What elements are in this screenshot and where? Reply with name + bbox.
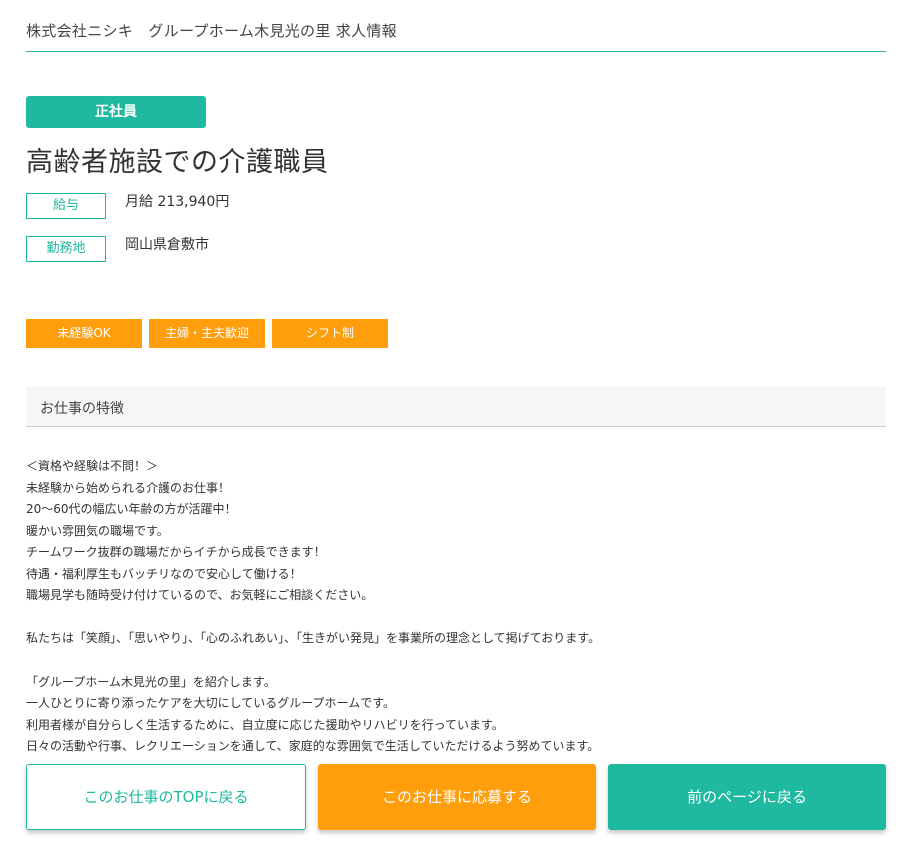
description-line: 日々の活動や行事、レクリエーションを通して、家庭的な雰囲気で生活していただけるよ… [26,739,600,753]
tag-shift-work: シフト制 [272,319,388,348]
description-line: チームワーク抜群の職場だからイチから成長できます！ [26,545,326,559]
header-title: 株式会社ニシキ グループホーム木見光の里 求人情報 [26,22,397,40]
description-line: 利用者様が自分らしく生活するために、自立度に応じた援助やリハビリを行っています。 [26,718,504,732]
location-value: 岡山県倉敷市 [125,237,209,253]
description-line: 「グループホーム木見光の里」を紹介します。 [26,675,276,689]
description-line: 職場見学も随時受け付けているので、お気軽にご相談ください。 [26,588,374,602]
description-line: 20～60代の幅広い年齢の方が活躍中！ [26,502,237,516]
description-line: 暖かい雰囲気の職場です。 [26,524,169,538]
description-line: 待遇・福利厚生もバッチリなので安心して働ける！ [26,567,302,581]
features-heading: お仕事の特徴 [40,401,124,417]
description-line: 一人ひとりに寄り添ったケアを大切にしているグループホームです。 [26,696,396,710]
job-title: 高齢者施設での介護職員 [26,147,329,178]
bottom-action-bar: このお仕事のTOPに戻る このお仕事に応募する 前のページに戻る [0,762,903,841]
previous-page-button[interactable]: 前のページに戻る [608,764,886,830]
description-line: ＜資格や経験は不問！＞ [26,459,159,473]
tag-inexperienced-ok: 未経験OK [26,319,142,348]
employment-type-badge: 正社員 [26,96,206,128]
back-to-job-top-button[interactable]: このお仕事のTOPに戻る [26,764,306,830]
apply-button[interactable]: このお仕事に応募する [318,764,596,830]
location-label: 勤務地 [26,236,106,262]
features-section-header: お仕事の特徴 [26,387,886,427]
description-line: 未経験から始められる介護のお仕事！ [26,481,231,495]
description-line: 私たちは「笑顔」、「思いやり」、「心のふれあい」、「生きがい発見」を事業所の理念… [26,631,601,645]
salary-value: 月給 213,940円 [125,194,230,210]
salary-label: 給与 [26,193,106,219]
page-header: 株式会社ニシキ グループホーム木見光の里 求人情報 [26,0,886,52]
tag-homemaker-welcome: 主婦・主夫歓迎 [149,319,265,348]
